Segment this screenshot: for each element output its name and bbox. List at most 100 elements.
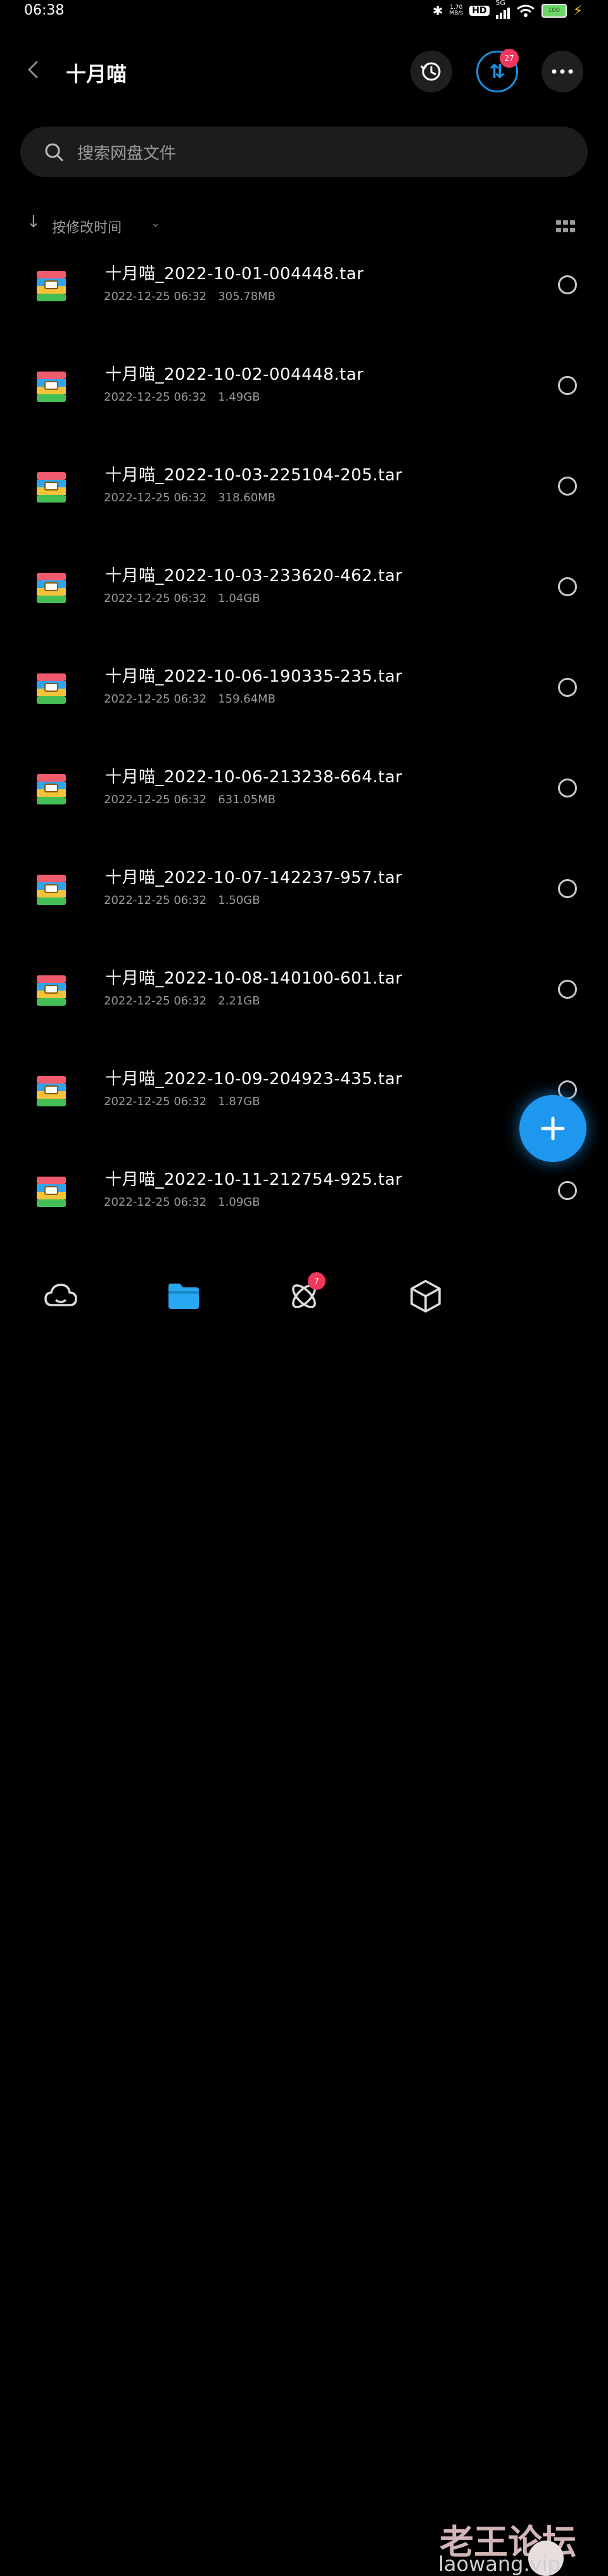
file-meta: 2022-12-25 06:32 631.05MB [104,793,276,806]
share-badge: 7 [308,1272,326,1290]
file-name: 十月喵_2022-10-02-004448.tar [105,365,364,384]
select-radio[interactable] [558,778,577,797]
search-input[interactable]: 搜索网盘文件 [77,141,176,164]
file-row[interactable]: 十月喵_2022-10-02-004448.tar 2022-12-25 06:… [0,349,608,449]
header: 十月喵 ⇅ 27 [0,44,608,101]
file-meta: 2022-12-25 06:32 1.49GB [104,391,260,404]
chevron-down-icon[interactable]: ⌄ [151,216,160,230]
file-date: 2022-12-25 06:32 [104,793,207,806]
select-radio[interactable] [558,678,577,697]
folder-icon [168,1284,199,1309]
select-radio[interactable] [558,477,577,496]
search-bar[interactable]: 搜索网盘文件 [20,127,588,177]
file-meta: 2022-12-25 06:32 1.50GB [104,894,260,907]
file-size: 2.21GB [218,994,260,1008]
file-name: 十月喵_2022-10-08-140100-601.tar [105,969,403,988]
file-date: 2022-12-25 06:32 [104,692,207,706]
search-icon [45,143,63,161]
hd-badge: HD [469,6,490,16]
select-radio[interactable] [558,275,577,294]
file-size: 305.78MB [218,290,276,303]
file-name: 十月喵_2022-10-03-225104-205.tar [105,466,403,485]
watermark: 老王论坛 laowang.vip [438,2514,603,2576]
archive-icon [37,673,66,704]
archive-icon [37,774,66,804]
file-size: 1.50GB [218,894,260,907]
box-icon [410,1280,441,1313]
file-row[interactable]: 十月喵_2022-10-03-233620-462.tar 2022-12-25… [0,550,608,651]
file-row[interactable]: 十月喵_2022-10-08-140100-601.tar 2022-12-25… [0,953,608,1053]
file-name: 十月喵_2022-10-03-233620-462.tar [105,566,403,585]
file-row[interactable]: 十月喵_2022-10-07-142237-957.tar 2022-12-25… [0,852,608,953]
nav-share[interactable]: 7 [286,1272,326,1313]
file-row[interactable]: 十月喵_2022-10-03-225104-205.tar 2022-12-25… [0,449,608,550]
archive-icon [37,975,66,1006]
add-icon [541,1116,565,1141]
file-meta: 2022-12-25 06:32 1.09GB [104,1196,260,1209]
file-date: 2022-12-25 06:32 [104,1095,207,1108]
file-date: 2022-12-25 06:32 [104,994,207,1008]
signal-icon [495,6,510,19]
file-row[interactable]: 十月喵_2022-10-09-204923-435.tar 2022-12-25… [0,1053,608,1154]
status-bar: 06:38 ✱ 1.70 MB/s HD 5G 100 ⚡ [0,0,608,25]
chevron-left-icon [27,61,38,78]
history-icon [420,62,441,81]
file-date: 2022-12-25 06:32 [104,894,207,907]
select-radio[interactable] [558,879,577,898]
file-meta: 2022-12-25 06:32 1.04GB [104,592,260,605]
select-radio[interactable] [558,1181,577,1200]
file-date: 2022-12-25 06:32 [104,592,207,605]
archive-icon [37,472,66,503]
transfer-count-badge: 27 [500,49,519,68]
network-type: 5G [495,0,506,7]
file-row[interactable]: 十月喵_2022-10-06-213238-664.tar 2022-12-25… [0,751,608,852]
bluetooth-icon: ✱ [432,3,443,18]
cloud-icon [44,1284,77,1306]
file-date: 2022-12-25 06:32 [104,491,207,504]
net-speed: 1.70 MB/s [449,4,464,16]
sort-direction-icon[interactable]: ↓ [27,213,41,232]
file-meta: 2022-12-25 06:32 305.78MB [104,290,276,303]
status-icons: ✱ 1.70 MB/s HD 5G 100 ⚡ [432,0,583,19]
file-size: 1.09GB [218,1196,260,1209]
add-button[interactable] [519,1095,586,1162]
back-button[interactable] [25,57,44,82]
file-row[interactable]: 十月喵_2022-10-06-190335-235.tar 2022-12-25… [0,651,608,751]
file-meta: 2022-12-25 06:32 318.60MB [104,491,276,504]
history-button[interactable] [410,51,452,92]
file-row[interactable]: 十月喵_2022-10-01-004448.tar 2022-12-25 06:… [0,248,608,349]
file-row[interactable]: 十月喵_2022-10-11-212754-925.tar 2022-12-25… [0,1154,608,1254]
signal-strength: 5G [495,0,510,19]
file-name: 十月喵_2022-10-01-004448.tar [105,265,364,284]
charging-icon: ⚡ [573,3,583,19]
battery-icon: 100 [541,4,567,18]
watermark-url: laowang.vip [438,2552,560,2576]
file-meta: 2022-12-25 06:32 159.64MB [104,692,276,706]
select-radio[interactable] [558,980,577,999]
page-title: 十月喵 [66,62,127,86]
file-name: 十月喵_2022-10-06-190335-235.tar [105,667,403,686]
archive-icon [37,1177,66,1207]
file-name: 十月喵_2022-10-11-212754-925.tar [105,1170,403,1189]
file-meta: 2022-12-25 06:32 2.21GB [104,994,260,1008]
select-radio[interactable] [558,376,577,395]
file-size: 1.04GB [218,592,260,605]
wifi-icon [516,4,535,17]
archive-icon [37,573,66,603]
file-size: 318.60MB [218,491,276,504]
more-icon [552,69,573,74]
file-name: 十月喵_2022-10-07-142237-957.tar [105,868,403,887]
select-radio[interactable] [558,577,577,596]
transfer-button[interactable]: ⇅ 27 [476,49,519,92]
sort-label[interactable]: 按修改时间 [52,216,122,237]
nav-files[interactable] [166,1277,201,1313]
nav-cloud[interactable] [43,1277,79,1313]
nav-box[interactable] [408,1277,443,1313]
file-size: 1.49GB [218,391,260,404]
file-date: 2022-12-25 06:32 [104,1196,207,1209]
bottom-nav: 7 老王论坛 laowang.vip [0,1263,608,2576]
grid-view-icon[interactable] [556,220,575,233]
archive-icon [37,271,66,301]
file-date: 2022-12-25 06:32 [104,391,207,404]
more-button[interactable] [542,51,583,92]
